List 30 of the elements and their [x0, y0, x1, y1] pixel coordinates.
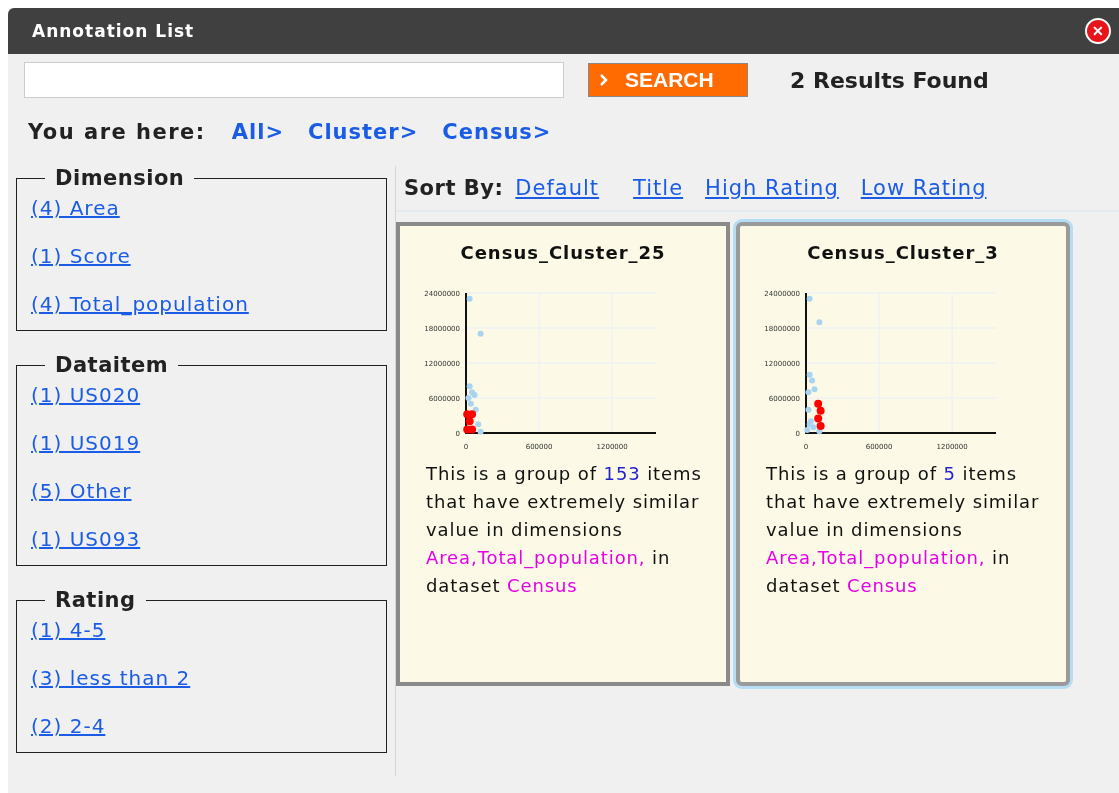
sort-link[interactable]: Default — [515, 176, 600, 200]
facet-link[interactable]: (5) Other — [31, 479, 376, 503]
window-title: Annotation List — [32, 21, 195, 41]
facet-link[interactable]: (3) less than 2 — [31, 666, 376, 690]
breadcrumb-link[interactable]: Cluster> — [308, 120, 419, 144]
breadcrumb-label: You are here: — [28, 120, 206, 144]
results-count: 2 Results Found — [790, 67, 989, 93]
search-button[interactable]: SEARCH — [588, 63, 748, 97]
card-title: Census_Cluster_25 — [459, 242, 667, 263]
facet-link[interactable]: (1) US020 — [31, 383, 376, 407]
facet-title: Dimension — [54, 166, 186, 190]
facet-link[interactable]: (1) US019 — [31, 431, 376, 455]
sort-link[interactable]: Low Rating — [860, 176, 987, 200]
card-description: This is a group of 153 items that have extremely similar value in dimensions Area,Total_population, in dataset Census — [426, 462, 703, 598]
sort-label: Sort By: — [404, 176, 504, 200]
facet-link[interactable]: (4) Total_population — [31, 292, 376, 316]
facet-link[interactable]: (1) Score — [31, 244, 376, 268]
facet-link[interactable]: (4) Area — [31, 196, 376, 220]
close-button[interactable]: ✕ — [1085, 18, 1111, 44]
facet-title: Dataitem — [54, 353, 170, 377]
breadcrumb-link[interactable]: Census> — [442, 120, 552, 144]
sort-link[interactable]: High Rating — [705, 176, 839, 200]
breadcrumb-link[interactable]: All> — [231, 120, 284, 144]
card-description: This is a group of 5 items that have extremely similar value in dimensions Area,Total_population, in dataset Census — [766, 462, 1041, 598]
facet-title: Rating — [54, 588, 137, 612]
facet-link[interactable]: (2) 2-4 — [31, 714, 376, 738]
facet-link[interactable]: (1) 4-5 — [31, 618, 376, 642]
card-title: Census_Cluster_3 — [806, 242, 1000, 263]
sort-link[interactable]: Title — [633, 176, 684, 200]
facet-link[interactable]: (1) US093 — [31, 527, 376, 551]
